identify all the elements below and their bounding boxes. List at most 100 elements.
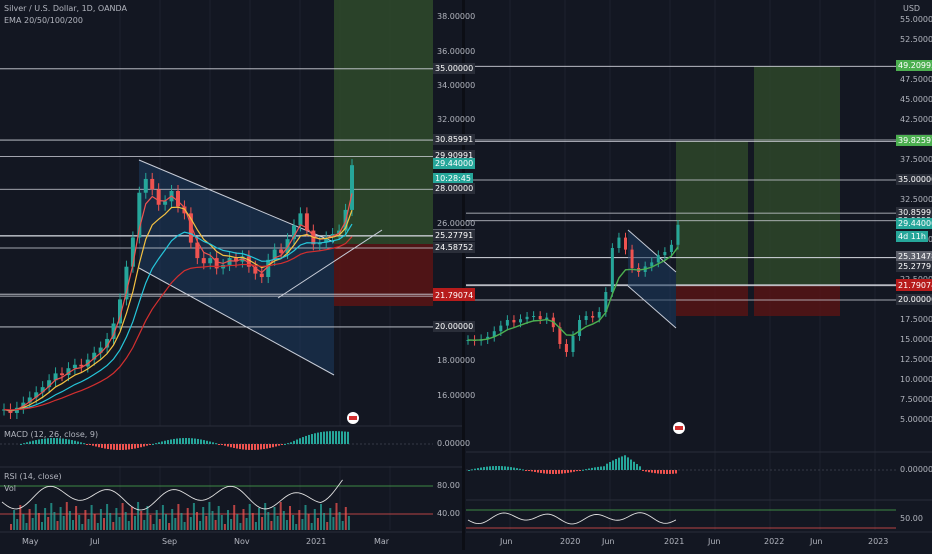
macd-bar [552,470,554,474]
price-candle [143,178,148,193]
price-candle [624,237,627,250]
volume-bar [10,524,12,530]
macd-bar [107,444,109,450]
macd-bar [293,440,295,444]
macd-bar [65,438,67,444]
macd-bar [290,442,292,444]
x-axis-tick: 2023 [868,537,889,546]
volume-bar [270,521,273,530]
volume-bar [196,512,198,530]
y-axis-tick: 42.50000 [900,115,932,124]
price-label: 39.82597 [896,135,932,147]
macd-bar [471,469,473,471]
macd-bar [507,466,509,470]
macd-bar [194,438,196,444]
y-axis-tick: 17.50000 [900,315,932,324]
volume-label[interactable]: Vol [4,484,16,493]
volume-bar [75,506,78,530]
macd-bar [648,470,650,473]
price-label: 24.58752 [433,241,476,253]
price-candle [525,316,529,320]
macd-bar [182,438,184,444]
price-candle [156,189,161,205]
y-axis-tick: 7.50000 [900,395,932,404]
macd-bar [603,466,605,470]
macd-bar [206,440,208,444]
macd-bar [86,444,88,445]
volume-bar [152,524,155,530]
macd-bar [639,466,641,470]
macd-bar [188,438,190,444]
macd-bar [522,469,524,471]
volume-bar [242,509,245,530]
volume-bar [338,512,341,530]
volume-bar [183,522,186,530]
macd-bar [624,455,626,470]
macd-bar [474,468,476,470]
macd-bar [657,470,659,474]
macd-bar [266,444,268,449]
macd-bar [519,468,521,470]
y-axis-tick: 5.00000 [900,415,932,424]
macd-bar [251,444,253,450]
price-candle [208,258,213,264]
volume-bar [279,502,282,530]
macd-bar [215,443,217,445]
macd-bar [149,444,151,445]
volume-bar [239,523,242,530]
volume-bar [307,514,310,530]
macd-bar [116,444,118,450]
volume-bar [31,518,34,530]
macd-bar [89,444,91,445]
macd-bar [570,470,572,473]
price-candle [538,316,542,320]
macd-bar [113,444,115,450]
macd-bar [606,463,608,470]
price-candle [591,316,595,318]
price-candle [532,316,536,317]
macd-bar [344,431,346,444]
macd-bar [209,441,211,444]
volume-bar [301,519,304,530]
volume-bar [137,502,140,530]
macd-bar [161,441,163,444]
rsi-label[interactable]: RSI (14, close) [4,472,62,481]
macd-bar [38,439,40,444]
macd-bar [627,457,629,470]
macd-bar [588,468,590,470]
macd-bar [675,470,677,474]
volume-bar [118,517,121,530]
macd-bar [320,432,322,444]
volume-bar [332,517,335,530]
macd-bar [498,466,500,470]
y-axis-tick: 32.50000 [900,195,932,204]
macd-bar [642,470,644,471]
volume-bar [72,520,74,530]
volume-bar [134,516,136,530]
macd-bar [212,442,214,444]
price-candle [163,201,168,205]
volume-bar [230,519,233,530]
y-axis-tick: 32.00000 [437,115,476,125]
y-axis-tick: 45.00000 [900,95,932,104]
volume-bar [174,518,177,530]
macd-bar [146,444,148,446]
volume-bar [233,505,236,530]
price-label: 21.79074 [896,279,932,291]
x-axis-tick: Jul [90,537,100,546]
price-candle [259,273,264,278]
volume-bar [264,503,267,530]
price-candle [617,237,621,248]
macd-bar [654,470,656,474]
price-label: 30.85991 [433,134,476,146]
macd-bar [92,444,94,446]
volume-bar [165,514,167,530]
macd-bar [119,444,121,450]
macd-label[interactable]: MACD (12, 26, close, 9) [4,430,98,439]
volume-bar [326,522,329,530]
volume-bar [130,507,133,530]
price-label: 20.00000 [896,294,932,305]
macd-bar [257,444,259,450]
x-axis-tick: 2021 [664,537,685,546]
volume-bar [34,504,37,530]
